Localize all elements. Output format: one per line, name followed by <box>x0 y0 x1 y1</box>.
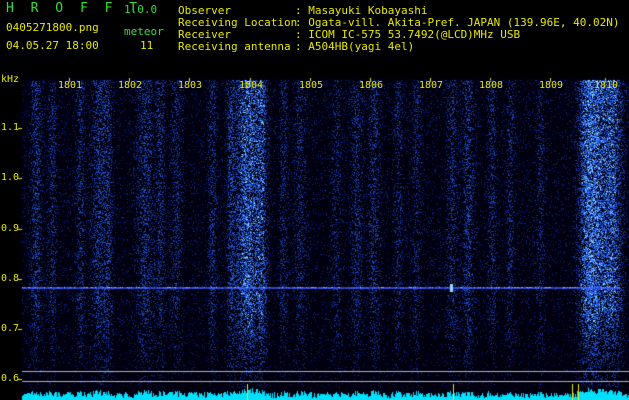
time-tick-label: 1808 <box>479 80 504 91</box>
frequency-tick-label: 0.9 <box>1 223 20 234</box>
time-tick-label: 1802 <box>118 80 143 91</box>
time-tick-label: 1804 <box>239 80 264 91</box>
meteor-label: meteor <box>124 25 164 38</box>
antenna-value: : A504HB(yagi 4el) <box>295 40 415 53</box>
time-tick-label: 1805 <box>299 80 324 91</box>
frequency-tick-label: 1.1 <box>1 122 20 133</box>
time-tick-label: 1809 <box>539 80 564 91</box>
time-tick-label: 1803 <box>178 80 203 91</box>
frequency-tick-label: 0.6 <box>1 373 20 384</box>
time-tick-label: 1801 <box>58 80 83 91</box>
frequency-tick-label: 1.0 <box>1 172 20 183</box>
file-name: 0405271800.png <box>6 21 99 34</box>
time-tick-label: 1807 <box>419 80 444 91</box>
frequency-tick-label: 0.8 <box>1 273 20 284</box>
app-version: 1.0.0 <box>124 3 158 16</box>
time-tick-label: 1810 <box>594 80 619 91</box>
frequency-tick-label: 0.7 <box>1 323 20 334</box>
spectrogram-canvas <box>0 70 629 400</box>
frequency-unit-label: kHz <box>1 74 20 85</box>
date-time: 04.05.27 18:00 <box>6 39 99 52</box>
meteor-count: 11 <box>140 39 154 52</box>
time-tick-label: 1806 <box>359 80 384 91</box>
antenna-label: Receiving antenna <box>178 40 291 53</box>
header-panel: H R O F F T 1.0.0 0405271800.png meteor … <box>0 0 629 70</box>
app-logo: H R O F F T <box>6 1 142 16</box>
